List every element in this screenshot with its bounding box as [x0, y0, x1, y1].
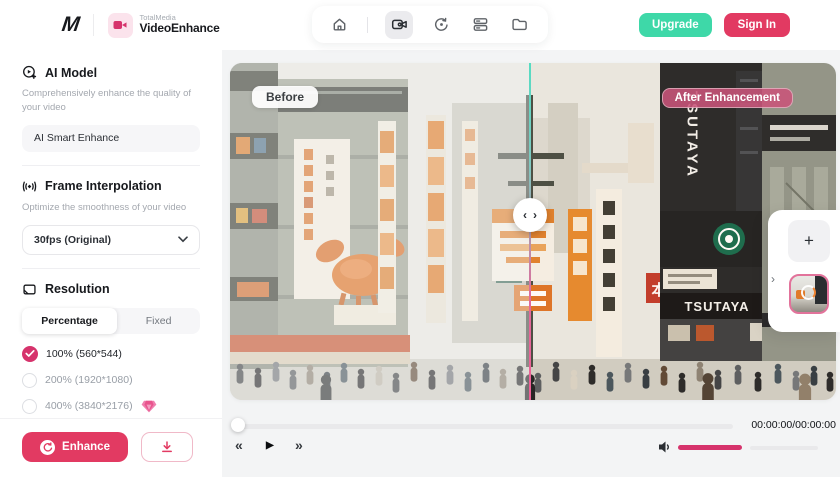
before-badge: Before	[252, 86, 318, 108]
resolution-section-header: Resolution	[22, 282, 200, 297]
frame-interpolation-icon	[22, 179, 37, 194]
radio-unchecked-icon	[22, 399, 37, 414]
frame-interpolation-description: Optimize the smoothness of your video	[22, 201, 200, 215]
volume-slider-rest[interactable]	[750, 446, 818, 450]
resolution-option-100[interactable]: 100% (560*544)	[22, 346, 200, 362]
video-preview[interactable]: 本 TSUTAYA TSUTAYA	[230, 63, 836, 400]
tab-percentage[interactable]: Percentage	[22, 308, 117, 334]
ai-model-icon	[22, 65, 37, 80]
handle-right-arrow-icon: ›	[533, 208, 537, 222]
fps-select[interactable]: 30fps (Original)	[22, 225, 200, 255]
compare-slider-handle[interactable]: ‹ ›	[513, 198, 547, 232]
resolution-option-200[interactable]: 200% (1920*1080)	[22, 373, 200, 388]
download-button[interactable]	[141, 432, 193, 462]
thumbnail-art	[815, 276, 827, 304]
settings-sidebar: AI Model Comprehensively enhance the qua…	[0, 50, 222, 477]
logo-divider	[93, 14, 94, 36]
ai-process-icon[interactable]	[430, 14, 452, 36]
frame-interpolation-title: Frame Interpolation	[45, 179, 162, 193]
volume-icon[interactable]	[658, 440, 672, 459]
task-list-icon[interactable]	[469, 14, 491, 36]
resolution-mode-tabs: Percentage Fixed	[22, 308, 200, 334]
brand-block: TotalMedia VideoEnhance	[108, 13, 220, 38]
top-actions: Upgrade Sign In	[639, 13, 790, 37]
nav-separator	[367, 17, 368, 33]
handle-left-arrow-icon: ‹	[523, 208, 527, 222]
company-logo: M	[60, 13, 80, 37]
resolution-option-400[interactable]: 400% (3840*2176)	[22, 399, 200, 414]
upgrade-button[interactable]: Upgrade	[639, 13, 712, 37]
ai-model-section-header: AI Model	[22, 65, 200, 80]
video-camera-icon[interactable]	[385, 11, 413, 39]
videoenhance-app-icon	[108, 13, 133, 38]
time-display: 00:00:00/00:00:00	[751, 419, 836, 431]
home-icon[interactable]	[328, 14, 350, 36]
timeline-track[interactable]	[240, 424, 733, 429]
frame-interpolation-section-header: Frame Interpolation	[22, 179, 200, 194]
after-enhancement-badge: After Enhancement	[662, 88, 793, 108]
enhance-button[interactable]: Enhance	[22, 432, 128, 462]
radio-checked-icon	[22, 346, 38, 362]
ai-model-value[interactable]: AI Smart Enhance	[22, 125, 200, 152]
resolution-option-label: 400% (3840*2176)	[45, 400, 133, 412]
fps-select-value: 30fps (Original)	[34, 234, 111, 246]
brand-product-label: VideoEnhance	[140, 22, 220, 36]
processing-spinner-icon	[801, 285, 816, 300]
ai-model-description: Comprehensively enhance the quality of y…	[22, 87, 200, 116]
radio-unchecked-icon	[22, 373, 37, 388]
tab-fixed[interactable]: Fixed	[117, 308, 200, 334]
brand-text: TotalMedia VideoEnhance	[140, 14, 220, 36]
resolution-option-label: 100% (560*544)	[46, 348, 122, 360]
app-window: M TotalMedia VideoEnhance	[0, 0, 840, 477]
sign-in-button[interactable]: Sign In	[724, 13, 790, 37]
rewind-button[interactable]: «	[235, 437, 243, 453]
sidebar-action-bar: Enhance	[0, 418, 222, 477]
volume-slider-fill[interactable]	[678, 445, 742, 450]
resolution-icon	[22, 282, 37, 297]
premium-gem-icon	[141, 400, 157, 413]
enhance-button-label: Enhance	[62, 441, 110, 453]
top-bar: M TotalMedia VideoEnhance	[0, 0, 840, 50]
download-icon	[160, 440, 174, 454]
resolution-title: Resolution	[45, 282, 110, 296]
play-button[interactable]: ▶	[266, 440, 274, 451]
sidebar-divider	[22, 165, 200, 166]
sidebar-divider	[22, 268, 200, 269]
enhance-sparkle-icon	[40, 440, 55, 455]
folder-icon[interactable]	[508, 14, 530, 36]
collapse-panel-chevron-icon[interactable]: ›	[771, 272, 775, 286]
chevron-down-icon	[178, 236, 188, 243]
ai-model-title: AI Model	[45, 66, 97, 80]
resolution-option-label: 200% (1920*1080)	[45, 374, 133, 386]
add-clip-button[interactable]: +	[788, 220, 830, 262]
clip-thumbnail[interactable]	[789, 274, 829, 314]
timeline-playhead[interactable]	[231, 418, 245, 432]
clips-panel: › +	[768, 210, 840, 332]
main-area: 本 TSUTAYA TSUTAYA	[222, 50, 840, 477]
forward-button[interactable]: »	[295, 437, 303, 453]
resolution-options: 100% (560*544) 200% (1920*1080) 400% (38…	[22, 346, 200, 414]
center-nav	[312, 6, 548, 43]
